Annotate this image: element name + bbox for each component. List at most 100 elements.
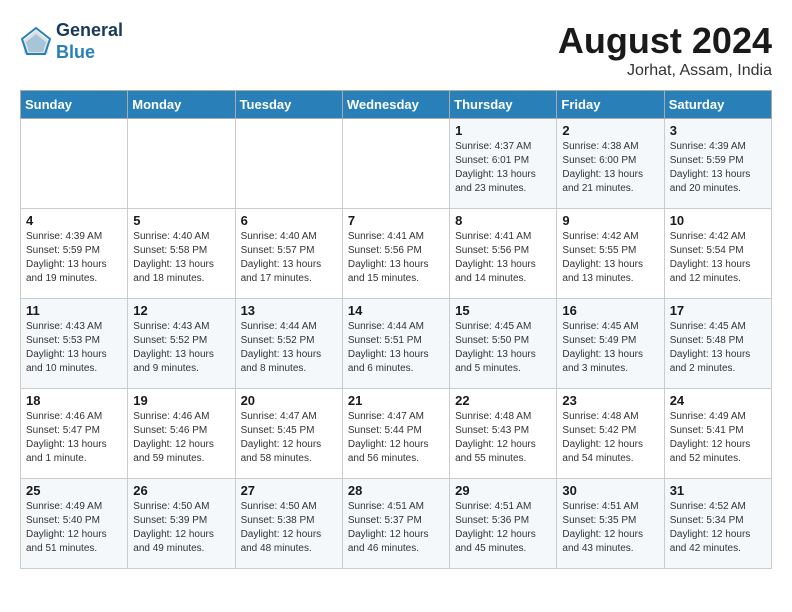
day-number: 13 — [241, 303, 337, 318]
calendar-cell: 3 Sunrise: 4:39 AMSunset: 5:59 PMDaylight… — [664, 119, 771, 209]
day-number: 15 — [455, 303, 551, 318]
day-number: 10 — [670, 213, 766, 228]
day-number: 11 — [26, 303, 122, 318]
day-info: Sunrise: 4:43 AMSunset: 5:52 PMDaylight:… — [133, 320, 229, 376]
calendar-cell: 6 Sunrise: 4:40 AMSunset: 5:57 PMDaylight… — [235, 209, 342, 299]
day-info: Sunrise: 4:51 AMSunset: 5:36 PMDaylight:… — [455, 500, 551, 556]
week-row-3: 11 Sunrise: 4:43 AMSunset: 5:53 PMDayligh… — [21, 299, 772, 389]
calendar-cell: 10 Sunrise: 4:42 AMSunset: 5:54 PMDayligh… — [664, 209, 771, 299]
calendar-cell: 30 Sunrise: 4:51 AMSunset: 5:35 PMDayligh… — [557, 479, 664, 569]
day-number: 22 — [455, 393, 551, 408]
day-number: 21 — [348, 393, 444, 408]
day-info: Sunrise: 4:48 AMSunset: 5:42 PMDaylight:… — [562, 410, 658, 466]
header-sunday: Sunday — [21, 91, 128, 119]
calendar-table: SundayMondayTuesdayWednesdayThursdayFrid… — [20, 90, 772, 569]
day-info: Sunrise: 4:44 AMSunset: 5:51 PMDaylight:… — [348, 320, 444, 376]
day-info: Sunrise: 4:47 AMSunset: 5:44 PMDaylight:… — [348, 410, 444, 466]
header-tuesday: Tuesday — [235, 91, 342, 119]
day-info: Sunrise: 4:41 AMSunset: 5:56 PMDaylight:… — [348, 230, 444, 286]
day-info: Sunrise: 4:40 AMSunset: 5:57 PMDaylight:… — [241, 230, 337, 286]
weekday-header-row: SundayMondayTuesdayWednesdayThursdayFrid… — [21, 91, 772, 119]
day-number: 23 — [562, 393, 658, 408]
calendar-cell: 11 Sunrise: 4:43 AMSunset: 5:53 PMDayligh… — [21, 299, 128, 389]
day-info: Sunrise: 4:43 AMSunset: 5:53 PMDaylight:… — [26, 320, 122, 376]
day-info: Sunrise: 4:42 AMSunset: 5:55 PMDaylight:… — [562, 230, 658, 286]
day-number: 3 — [670, 123, 766, 138]
logo-icon — [20, 26, 52, 58]
day-info: Sunrise: 4:45 AMSunset: 5:49 PMDaylight:… — [562, 320, 658, 376]
day-info: Sunrise: 4:37 AMSunset: 6:01 PMDaylight:… — [455, 140, 551, 196]
calendar-cell: 2Sunrise: 4:38 AMSunset: 6:00 PMDaylight… — [557, 119, 664, 209]
calendar-cell: 27 Sunrise: 4:50 AMSunset: 5:38 PMDayligh… — [235, 479, 342, 569]
calendar-cell: 4 Sunrise: 4:39 AMSunset: 5:59 PMDaylight… — [21, 209, 128, 299]
calendar-cell: 7Sunrise: 4:41 AMSunset: 5:56 PMDaylight… — [342, 209, 449, 299]
page-header: General Blue August 2024 Jorhat, Assam, … — [20, 20, 772, 80]
logo: General Blue — [20, 20, 123, 63]
header-friday: Friday — [557, 91, 664, 119]
day-number: 4 — [26, 213, 122, 228]
day-number: 18 — [26, 393, 122, 408]
day-number: 5 — [133, 213, 229, 228]
day-number: 29 — [455, 483, 551, 498]
calendar-cell: 1 Sunrise: 4:37 AMSunset: 6:01 PMDaylight… — [450, 119, 557, 209]
calendar-cell: 31 Sunrise: 4:52 AMSunset: 5:34 PMDayligh… — [664, 479, 771, 569]
day-number: 1 — [455, 123, 551, 138]
calendar-cell: 28Sunrise: 4:51 AMSunset: 5:37 PMDayligh… — [342, 479, 449, 569]
location: Jorhat, Assam, India — [558, 62, 772, 80]
day-info: Sunrise: 4:51 AMSunset: 5:35 PMDaylight:… — [562, 500, 658, 556]
calendar-cell — [342, 119, 449, 209]
day-number: 17 — [670, 303, 766, 318]
day-number: 27 — [241, 483, 337, 498]
day-number: 25 — [26, 483, 122, 498]
day-info: Sunrise: 4:48 AMSunset: 5:43 PMDaylight:… — [455, 410, 551, 466]
day-number: 20 — [241, 393, 337, 408]
header-saturday: Saturday — [664, 91, 771, 119]
calendar-cell: 18 Sunrise: 4:46 AMSunset: 5:47 PMDayligh… — [21, 389, 128, 479]
day-info: Sunrise: 4:38 AMSunset: 6:00 PMDaylight:… — [562, 140, 658, 196]
day-number: 8 — [455, 213, 551, 228]
calendar-cell: 29 Sunrise: 4:51 AMSunset: 5:36 PMDayligh… — [450, 479, 557, 569]
week-row-1: 1 Sunrise: 4:37 AMSunset: 6:01 PMDaylight… — [21, 119, 772, 209]
day-info: Sunrise: 4:40 AMSunset: 5:58 PMDaylight:… — [133, 230, 229, 286]
day-info: Sunrise: 4:47 AMSunset: 5:45 PMDaylight:… — [241, 410, 337, 466]
title-block: August 2024 Jorhat, Assam, India — [558, 20, 772, 80]
calendar-cell: 5 Sunrise: 4:40 AMSunset: 5:58 PMDaylight… — [128, 209, 235, 299]
week-row-5: 25 Sunrise: 4:49 AMSunset: 5:40 PMDayligh… — [21, 479, 772, 569]
day-info: Sunrise: 4:49 AMSunset: 5:40 PMDaylight:… — [26, 500, 122, 556]
calendar-cell: 22 Sunrise: 4:48 AMSunset: 5:43 PMDayligh… — [450, 389, 557, 479]
calendar-cell: 21 Sunrise: 4:47 AMSunset: 5:44 PMDayligh… — [342, 389, 449, 479]
day-info: Sunrise: 4:45 AMSunset: 5:50 PMDaylight:… — [455, 320, 551, 376]
week-row-4: 18 Sunrise: 4:46 AMSunset: 5:47 PMDayligh… — [21, 389, 772, 479]
week-row-2: 4 Sunrise: 4:39 AMSunset: 5:59 PMDaylight… — [21, 209, 772, 299]
calendar-cell: 15 Sunrise: 4:45 AMSunset: 5:50 PMDayligh… — [450, 299, 557, 389]
calendar-cell: 17Sunrise: 4:45 AMSunset: 5:48 PMDayligh… — [664, 299, 771, 389]
header-monday: Monday — [128, 91, 235, 119]
header-wednesday: Wednesday — [342, 91, 449, 119]
day-number: 26 — [133, 483, 229, 498]
calendar-cell — [235, 119, 342, 209]
day-number: 14 — [348, 303, 444, 318]
day-number: 28 — [348, 483, 444, 498]
logo-text: General Blue — [56, 20, 123, 63]
calendar-cell: 16 Sunrise: 4:45 AMSunset: 5:49 PMDayligh… — [557, 299, 664, 389]
calendar-cell: 14 Sunrise: 4:44 AMSunset: 5:51 PMDayligh… — [342, 299, 449, 389]
day-info: Sunrise: 4:39 AMSunset: 5:59 PMDaylight:… — [670, 140, 766, 196]
calendar-cell — [21, 119, 128, 209]
day-number: 12 — [133, 303, 229, 318]
day-number: 16 — [562, 303, 658, 318]
month-title: August 2024 — [558, 20, 772, 62]
day-number: 24 — [670, 393, 766, 408]
day-info: Sunrise: 4:46 AMSunset: 5:47 PMDaylight:… — [26, 410, 122, 466]
day-info: Sunrise: 4:39 AMSunset: 5:59 PMDaylight:… — [26, 230, 122, 286]
calendar-cell — [128, 119, 235, 209]
calendar-cell: 26 Sunrise: 4:50 AMSunset: 5:39 PMDayligh… — [128, 479, 235, 569]
day-info: Sunrise: 4:52 AMSunset: 5:34 PMDaylight:… — [670, 500, 766, 556]
day-number: 30 — [562, 483, 658, 498]
day-number: 6 — [241, 213, 337, 228]
day-info: Sunrise: 4:50 AMSunset: 5:39 PMDaylight:… — [133, 500, 229, 556]
day-number: 31 — [670, 483, 766, 498]
day-info: Sunrise: 4:50 AMSunset: 5:38 PMDaylight:… — [241, 500, 337, 556]
calendar-cell: 25 Sunrise: 4:49 AMSunset: 5:40 PMDayligh… — [21, 479, 128, 569]
calendar-cell: 8Sunrise: 4:41 AMSunset: 5:56 PMDaylight… — [450, 209, 557, 299]
day-info: Sunrise: 4:42 AMSunset: 5:54 PMDaylight:… — [670, 230, 766, 286]
